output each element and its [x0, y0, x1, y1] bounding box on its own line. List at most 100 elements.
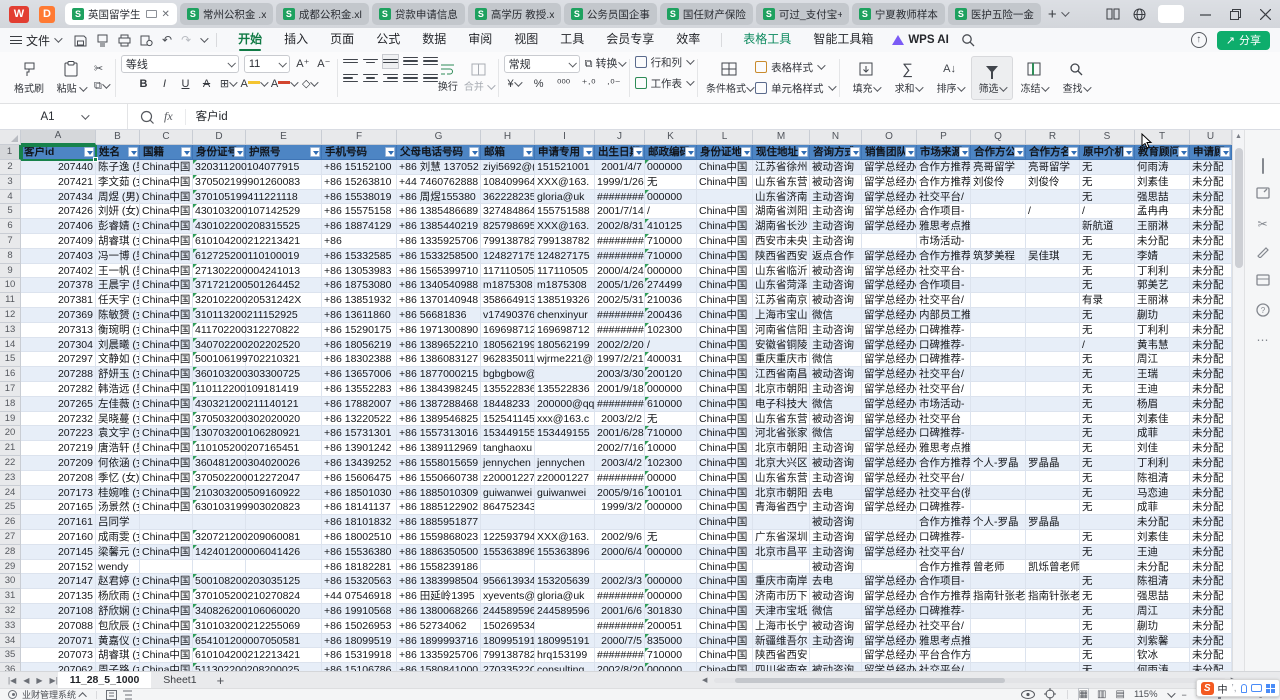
last-sheet-icon[interactable]: ▶| — [50, 676, 58, 685]
cell[interactable]: 山东省菏泽 — [753, 278, 810, 293]
cell[interactable]: 无 — [1080, 486, 1135, 501]
cell[interactable] — [1026, 323, 1080, 338]
cell[interactable]: 无 — [1080, 648, 1135, 663]
cell[interactable]: m1875308 — [481, 278, 535, 293]
cell[interactable]: +86 52734062 — [397, 619, 481, 634]
filter-dropdown-icon[interactable] — [1220, 147, 1230, 157]
cell[interactable]: gloria@uk — [535, 589, 595, 604]
cell[interactable]: 2002/3/3 — [595, 574, 645, 589]
cell[interactable]: consulting — [535, 663, 595, 671]
cell[interactable]: China中国 — [697, 604, 753, 619]
prev-sheet-icon[interactable]: ◀ — [23, 676, 29, 685]
cell[interactable]: +86 13851932 — [322, 293, 397, 308]
close-tab-icon[interactable]: ✕ — [162, 9, 170, 20]
col-header-M[interactable]: M — [753, 130, 810, 145]
cell[interactable]: 未分配 — [1190, 308, 1232, 323]
convert-button[interactable]: ⧉ 转换 — [585, 57, 624, 71]
cell[interactable]: 被动咨询 — [810, 515, 862, 530]
cell[interactable] — [971, 441, 1026, 456]
cell[interactable]: +86 13552283 — [322, 382, 397, 397]
cell[interactable]: China中国 — [140, 293, 193, 308]
cell[interactable]: 180562199 — [535, 338, 595, 353]
search-icon[interactable] — [961, 33, 975, 47]
cell[interactable]: 1999/1/26 — [595, 175, 645, 190]
zoom-formula-icon[interactable] — [140, 110, 154, 124]
font-size-select[interactable]: 11 — [244, 55, 290, 73]
cell[interactable]: China中国 — [697, 278, 753, 293]
cell[interactable]: 135522836 — [481, 382, 535, 397]
cell[interactable]: China中国 — [697, 515, 753, 530]
cell[interactable]: 无 — [1080, 589, 1135, 604]
cell[interactable]: 000000 — [645, 663, 697, 671]
cell[interactable]: 370502199901260083 — [193, 175, 246, 190]
cell[interactable]: 207165 — [21, 500, 96, 515]
cell[interactable] — [971, 352, 1026, 367]
cell[interactable]: 黄嘉仪 (女 — [96, 634, 140, 649]
row-header[interactable]: 13 — [0, 323, 21, 338]
cell[interactable]: +86 1558015659 — [397, 456, 481, 471]
cell[interactable]: China中国 — [140, 308, 193, 323]
cell[interactable]: 留学总经办 — [862, 308, 917, 323]
zoom-out-button[interactable]: − — [1182, 690, 1187, 700]
cell[interactable]: 207403 — [21, 249, 96, 264]
filter-dropdown-icon[interactable] — [685, 147, 695, 157]
cell[interactable]: +86 18874129 — [322, 219, 397, 234]
wps-logo-icon[interactable]: W — [9, 6, 29, 23]
cell[interactable]: 610104200212213421 — [193, 648, 246, 663]
cell[interactable]: 未分配 — [1135, 234, 1190, 249]
align-right-icon[interactable] — [383, 72, 398, 85]
cell[interactable]: 630103199903020823 — [193, 500, 246, 515]
header-cell[interactable]: 申请专用 — [535, 145, 595, 160]
cell[interactable]: 无 — [645, 412, 697, 427]
cell[interactable]: 返点合作 — [810, 249, 862, 264]
cell[interactable]: 未分配 — [1190, 634, 1232, 649]
print-icon[interactable] — [118, 34, 131, 47]
cell[interactable]: 王晨宇 (男 — [96, 278, 140, 293]
cell[interactable] — [1026, 190, 1080, 205]
cell[interactable]: +86 1565399710 — [397, 264, 481, 279]
cell[interactable]: 100101 — [645, 486, 697, 501]
cell[interactable]: 320721200209060081 — [193, 530, 246, 545]
cell[interactable]: 155751588 — [535, 204, 595, 219]
cell[interactable]: 孟冉冉 — [1135, 204, 1190, 219]
cell[interactable]: China中国 — [697, 234, 753, 249]
cell[interactable]: 刘素佳 — [1135, 412, 1190, 427]
cell[interactable]: China中国 — [140, 352, 193, 367]
cell[interactable]: 610104200212213421 — [193, 234, 246, 249]
cell[interactable] — [535, 500, 595, 515]
cell[interactable] — [1026, 338, 1080, 353]
file-tab[interactable]: S医护五险一金.xlsx — [948, 3, 1041, 25]
redo-icon[interactable]: ↷ — [181, 33, 191, 47]
cell[interactable] — [1026, 663, 1080, 671]
cell[interactable]: 成雨雯 (女 — [96, 530, 140, 545]
cell[interactable]: 山东省东营 — [753, 175, 810, 190]
cell[interactable]: 180562199 — [481, 338, 535, 353]
cell[interactable]: +86 1533258500 — [397, 249, 481, 264]
cell[interactable]: 马恋迪 — [1135, 486, 1190, 501]
wrap-text-button[interactable]: 换行 — [438, 63, 458, 93]
row-header[interactable]: 22 — [0, 456, 21, 471]
format-painter-button[interactable]: 格式刷 — [8, 56, 50, 100]
cell[interactable]: 117110505 — [481, 264, 535, 279]
cell[interactable]: 李婧 — [1135, 249, 1190, 264]
increase-indent-icon[interactable] — [423, 55, 438, 68]
cell[interactable]: 被动咨询 — [810, 619, 862, 634]
tab-工具[interactable]: 工具 — [549, 28, 595, 52]
cell[interactable]: 370503200302020020 — [193, 412, 246, 427]
cell[interactable] — [1026, 382, 1080, 397]
cell[interactable]: China中国 — [140, 367, 193, 382]
cell[interactable]: XXX@163. — [535, 175, 595, 190]
cell[interactable]: +86 1340540988 — [397, 278, 481, 293]
cell[interactable]: 蒯玏 — [1135, 619, 1190, 634]
cell[interactable]: 无 — [1080, 619, 1135, 634]
cell[interactable]: China中国 — [140, 160, 193, 175]
cell[interactable]: 2003/3/30 — [595, 367, 645, 382]
minimize-button[interactable] — [1190, 0, 1220, 28]
row-header[interactable]: 14 — [0, 338, 21, 353]
row-header[interactable]: 2 — [0, 160, 21, 175]
cell[interactable] — [1026, 308, 1080, 323]
cell[interactable] — [971, 397, 1026, 412]
cell[interactable]: 无 — [1080, 160, 1135, 175]
cell[interactable]: tanghaoxu — [481, 441, 535, 456]
row-header[interactable]: 3 — [0, 175, 21, 190]
